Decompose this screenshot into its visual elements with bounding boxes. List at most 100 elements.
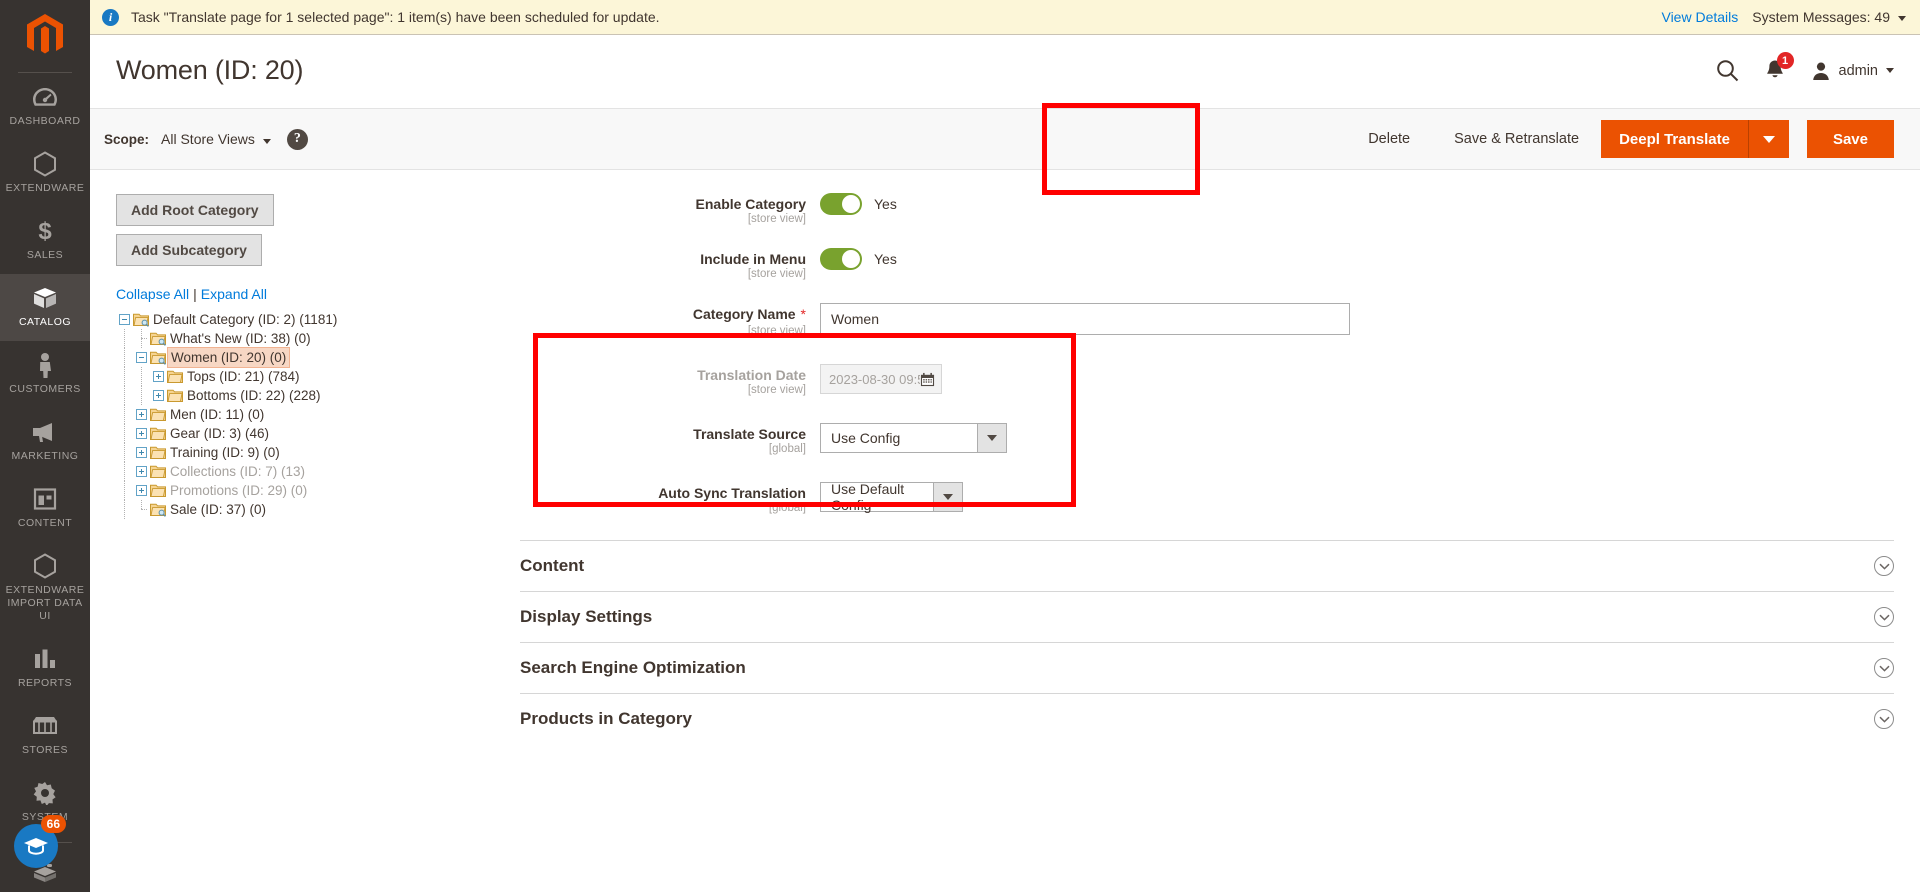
tree-toggle[interactable] xyxy=(133,424,150,443)
include-in-menu-toggle-wrap: Yes xyxy=(820,248,1920,270)
chevron-down-icon xyxy=(1898,15,1906,21)
chevron-down-icon[interactable] xyxy=(1874,709,1894,729)
tree-toggle[interactable] xyxy=(133,481,150,500)
admin-menu[interactable]: admin xyxy=(1811,61,1894,81)
expand-all-link[interactable]: Expand All xyxy=(201,286,267,302)
save-button[interactable]: Save xyxy=(1806,120,1894,158)
dashboard-gauge-icon xyxy=(32,84,58,110)
sidebar-item-marketing[interactable]: MARKETING xyxy=(0,408,90,475)
translate-source-select[interactable]: Use Config xyxy=(820,423,1007,453)
section-products-in-category[interactable]: Products in Category xyxy=(520,693,1894,744)
tree-toggle[interactable] xyxy=(116,310,133,329)
translation-date-field[interactable]: 2023-08-30 09:5 xyxy=(820,364,942,394)
tree-node[interactable]: Men (ID: 11) (0) xyxy=(116,405,520,424)
tree-toggle[interactable] xyxy=(150,386,167,405)
hexagon-icon xyxy=(33,151,57,177)
sidebar-item-content[interactable]: CONTENT xyxy=(0,475,90,542)
tree-node[interactable]: Sale (ID: 37) (0) xyxy=(116,500,520,519)
sidebar-item-catalog[interactable]: CATALOG xyxy=(0,274,90,341)
enable-category-toggle[interactable] xyxy=(820,193,862,215)
chevron-down-icon[interactable] xyxy=(1874,556,1894,576)
field-scope-text: [store view] xyxy=(747,384,806,396)
question-mark-icon[interactable]: ? xyxy=(286,128,308,150)
folder-icon xyxy=(167,367,184,386)
view-details-link[interactable]: View Details xyxy=(1661,9,1738,25)
system-messages-count[interactable]: System Messages: 49 xyxy=(1752,9,1906,25)
tree-toggle[interactable] xyxy=(133,462,150,481)
sidebar-item-label: SALES xyxy=(26,249,64,261)
graduation-cap-icon xyxy=(24,838,48,855)
sidebar-item-sales[interactable]: $ SALES xyxy=(0,207,90,274)
tree-indent-guide xyxy=(116,405,133,424)
box-icon xyxy=(32,285,58,311)
category-name-input[interactable] xyxy=(820,303,1350,335)
section-display-settings[interactable]: Display Settings xyxy=(520,591,1894,642)
hexagon-icon xyxy=(33,553,57,579)
tree-indent-guide xyxy=(116,348,133,367)
add-subcategory-button[interactable]: Add Subcategory xyxy=(116,234,262,266)
auto-sync-translation-dropdown-toggle[interactable] xyxy=(933,482,963,512)
field-scope-text: [global] xyxy=(768,443,806,455)
tree-toggle[interactable] xyxy=(133,348,150,367)
sidebar-item-extendware-import-data-ui[interactable]: EXTENDWARE IMPORT DATA UI xyxy=(0,542,90,635)
scope-switcher[interactable]: Scope: All Store Views ? xyxy=(104,128,308,150)
sidebar-item-label: DASHBOARD xyxy=(9,115,81,127)
caret-down-icon xyxy=(1762,135,1775,143)
chevron-down-icon xyxy=(987,435,997,441)
tree-node-label: Women (ID: 20) (0) xyxy=(167,347,291,368)
notifications-badge: 1 xyxy=(1776,52,1794,69)
notifications-button[interactable]: 1 xyxy=(1765,52,1794,82)
tree-toggle[interactable] xyxy=(133,405,150,424)
tree-toggle[interactable] xyxy=(133,443,150,462)
calendar-icon[interactable] xyxy=(920,372,935,387)
save-and-retranslate-button[interactable]: Save & Retranslate xyxy=(1432,131,1601,147)
layout-icon xyxy=(33,486,57,512)
help-center-bubble[interactable]: 66 xyxy=(14,815,66,868)
translate-source-dropdown-toggle[interactable] xyxy=(977,423,1007,453)
field-control: Yes xyxy=(820,192,1920,215)
deepl-translate-dropdown-toggle[interactable] xyxy=(1748,120,1789,158)
info-icon: i xyxy=(102,8,119,26)
tree-node[interactable]: Collections (ID: 7) (13) xyxy=(116,462,520,481)
main-region: i Task "Translate page for 1 selected pa… xyxy=(90,0,1920,892)
field-scope-text: [global] xyxy=(768,502,806,514)
add-root-category-button[interactable]: Add Root Category xyxy=(116,194,274,226)
tree-node[interactable]: Tops (ID: 21) (784) xyxy=(116,367,520,386)
magento-logo[interactable] xyxy=(0,0,90,72)
field-enable-category: Enable Category [store view] Yes xyxy=(520,192,1920,225)
sidebar-item-extendware[interactable]: EXTENDWARE xyxy=(0,140,90,207)
field-control: Use Default Config xyxy=(820,481,1920,513)
section-title: Products in Category xyxy=(520,709,692,728)
help-center-badge: 66 xyxy=(40,815,66,833)
tree-node[interactable]: Women (ID: 20) (0) xyxy=(116,347,520,368)
sidebar-item-customers[interactable]: CUSTOMERS xyxy=(0,341,90,408)
sidebar-item-stores[interactable]: STORES xyxy=(0,702,90,769)
scope-value[interactable]: All Store Views xyxy=(161,131,271,147)
tree-node[interactable]: What's New (ID: 38) (0) xyxy=(116,329,520,348)
field-label-text: Category Name xyxy=(692,306,796,322)
tree-node-label: Bottoms (ID: 22) (228) xyxy=(187,388,321,403)
section-content[interactable]: Content xyxy=(520,540,1894,591)
tree-node[interactable]: Promotions (ID: 29) (0) xyxy=(116,481,520,500)
section-search-engine-optimization[interactable]: Search Engine Optimization xyxy=(520,642,1894,693)
chevron-down-icon[interactable] xyxy=(1874,607,1894,627)
tree-node[interactable]: Bottoms (ID: 22) (228) xyxy=(116,386,520,405)
auto-sync-translation-select[interactable]: Use Default Config xyxy=(820,481,963,513)
sidebar-item-dashboard[interactable]: DASHBOARD xyxy=(0,73,90,140)
tree-node[interactable]: Gear (ID: 3) (46) xyxy=(116,424,520,443)
delete-button[interactable]: Delete xyxy=(1346,131,1432,147)
tree-node[interactable]: Training (ID: 9) (0) xyxy=(116,443,520,462)
tree-toggle[interactable] xyxy=(150,367,167,386)
tree-node[interactable]: Default Category (ID: 2) (1181) xyxy=(116,310,520,329)
search-button[interactable] xyxy=(1716,59,1739,82)
include-in-menu-toggle[interactable] xyxy=(820,248,862,270)
collapsible-sections: Content Display Settings Search Engine Opt… xyxy=(520,540,1920,744)
tree-indent-guide xyxy=(133,367,150,386)
folder-icon xyxy=(167,386,184,405)
tree-node-label: Men (ID: 11) (0) xyxy=(170,407,265,422)
deepl-translate-button[interactable]: Deepl Translate xyxy=(1601,120,1749,158)
chevron-down-icon[interactable] xyxy=(1874,658,1894,678)
collapse-all-link[interactable]: Collapse All xyxy=(116,286,189,302)
sidebar-item-reports[interactable]: REPORTS xyxy=(0,635,90,702)
tree-node-label: Promotions (ID: 29) (0) xyxy=(170,483,308,498)
